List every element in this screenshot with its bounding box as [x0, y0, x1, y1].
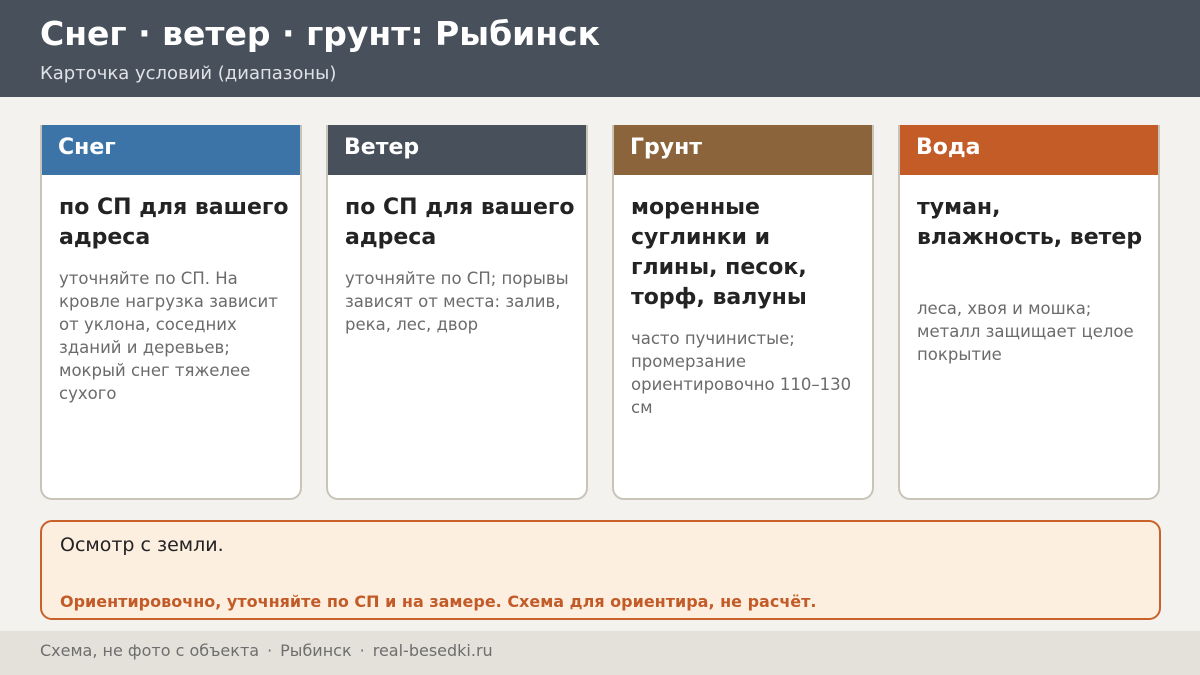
card-note: уточняйте по СП; порывы зависят от места… [345, 269, 569, 334]
card-value: по СП для вашего адреса [59, 195, 289, 250]
footer-site-link[interactable]: real-besedki.ru [373, 641, 493, 660]
footer-separator: · [359, 641, 365, 660]
card-value: моренные суглинки и глины, песок, торф, … [631, 195, 807, 310]
card-title: Вода [900, 125, 1158, 175]
notice-text: Осмотр с земли. [60, 534, 224, 556]
card-title: Снег [42, 125, 300, 175]
footer-source: Схема, не фото с объекта [40, 641, 260, 660]
card-title: Грунт [614, 125, 872, 175]
card-title: Ветер [328, 125, 586, 175]
card-value: туман, влажность, ветер [917, 195, 1143, 250]
page-header: Снег · ветер · грунт: Рыбинск Карточка у… [0, 0, 1200, 97]
card-note: уточняйте по СП. На кровле нагрузка зави… [59, 269, 278, 403]
page-footer: Схема, не фото с объекта · Рыбинск · real-be… [0, 631, 1200, 675]
notice-box: Осмотр с земли. Ориентировочно, уточняйт… [40, 520, 1161, 620]
card-note: леса, хвоя и мошка; металл защищает цело… [917, 299, 1134, 364]
page-title: Снег · ветер · грунт: Рыбинск [40, 14, 601, 53]
card-water: Вода туман, влажность, ветер леса, хвоя … [898, 125, 1160, 500]
footer-line: Схема, не фото с объекта · Рыбинск · real-be… [40, 641, 493, 660]
card-soil: Грунт моренные суглинки и глины, песок, … [612, 125, 874, 500]
card-wind: Ветер по СП для вашего адреса уточняйте … [326, 125, 588, 500]
footer-separator: · [267, 641, 273, 660]
footer-city: Рыбинск [280, 641, 352, 660]
card-value: по СП для вашего адреса [345, 195, 575, 250]
page-subtitle: Карточка условий (диапазоны) [40, 63, 337, 84]
notice-warning: Ориентировочно, уточняйте по СП и на зам… [60, 592, 817, 611]
card-snow: Снег по СП для вашего адреса уточняйте п… [40, 125, 302, 500]
card-note: часто пучинистые; промерзание ориентиров… [631, 329, 852, 417]
